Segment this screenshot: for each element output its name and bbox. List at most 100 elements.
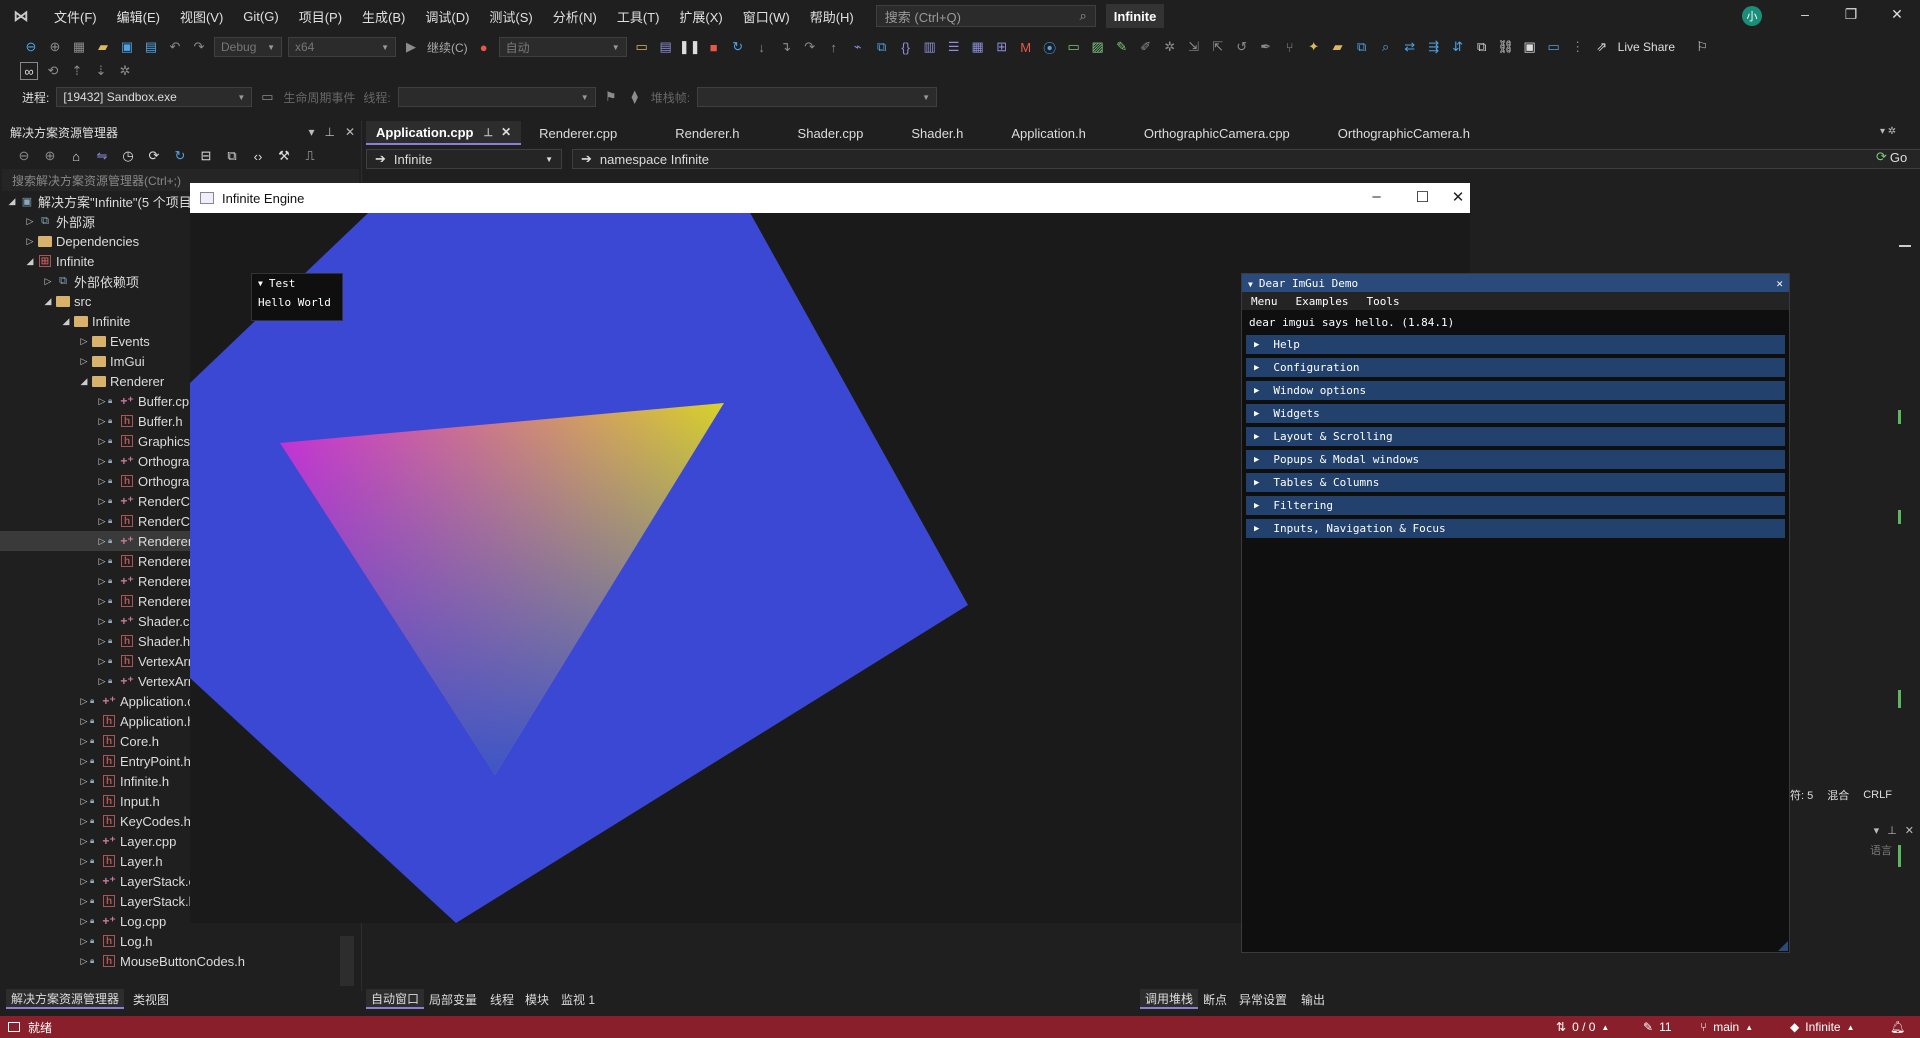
switch-views-icon[interactable]: ⇋ (93, 147, 111, 165)
expanded-triangle-icon[interactable]: ◢ (24, 256, 36, 267)
step-out-icon[interactable]: ↑ (825, 38, 843, 56)
find-icon[interactable]: ⌕ (1377, 38, 1395, 56)
imgui-collapsing-header[interactable]: ▶ Configuration (1246, 358, 1785, 377)
home-icon[interactable]: ⌂ (67, 147, 85, 165)
imgui-menu-tools[interactable]: Tools (1357, 295, 1408, 308)
search-input[interactable]: 搜索 (Ctrl+Q) ⌕ (875, 5, 1096, 27)
arrow-left-right-icon[interactable]: ⇄ (1401, 38, 1419, 56)
brush-icon[interactable]: ✎ (1113, 38, 1131, 56)
back-icon[interactable]: ⊖ (15, 147, 33, 165)
collapsed-triangle-icon[interactable]: ▷ (78, 756, 90, 767)
tab-locals[interactable]: 局部变量 (424, 989, 482, 1009)
edit-icon[interactable]: ✐ (1137, 38, 1155, 56)
pin-icon[interactable]: ⊥ (324, 125, 334, 139)
repo-status[interactable]: ◆ Infinite ▲ (1790, 1020, 1855, 1034)
refresh-icon[interactable]: ↺ (1233, 38, 1251, 56)
collapsed-triangle-icon[interactable]: ▷ (96, 636, 108, 647)
save-all-icon[interactable]: ▤ (142, 38, 160, 56)
imgui-test-titlebar[interactable]: ▼ Test (252, 274, 342, 292)
redo-icon[interactable]: ↷ (190, 38, 208, 56)
exe-icon[interactable]: ▭ (1065, 38, 1083, 56)
stop-icon[interactable]: ■ (705, 38, 723, 56)
tab-overflow-icon[interactable]: ▾ ✲ (1880, 126, 1896, 137)
process-select[interactable]: [19432] Sandbox.exe ▼ (56, 87, 253, 107)
collapsed-triangle-icon[interactable]: ▷ (96, 616, 108, 627)
imgui-collapsing-header[interactable]: ▶ Popups & Modal windows (1246, 450, 1785, 469)
collapsed-triangle-icon[interactable]: ▷ (78, 816, 90, 827)
collapsed-triangle-icon[interactable]: ▷ (78, 336, 90, 347)
pen-icon[interactable]: ✒ (1257, 38, 1275, 56)
column-indicator[interactable]: 符: 5 (1790, 787, 1813, 803)
collapsed-triangle-icon[interactable]: ▷ (96, 556, 108, 567)
menu-project[interactable]: 项目(P) (289, 7, 352, 26)
collapsed-triangle-icon[interactable]: ▷ (96, 436, 108, 447)
import-icon[interactable]: ⇱ (1209, 38, 1227, 56)
collapsed-triangle-icon[interactable]: ▷ (96, 676, 108, 687)
step-into-icon[interactable]: ↓ (753, 38, 771, 56)
close-icon[interactable]: ✕ (345, 125, 355, 139)
expanded-triangle-icon[interactable]: ◢ (78, 376, 90, 387)
tab-call-stack[interactable]: 调用堆栈 (1140, 989, 1199, 1009)
copy-icon[interactable]: ⧉ (1473, 38, 1491, 56)
refresh-icon[interactable]: ↻ (171, 147, 189, 165)
imgui-demo-titlebar[interactable]: ▼ Dear ImGui Demo ✕ (1242, 274, 1789, 292)
auto-select[interactable]: 自动 ▼ (498, 37, 627, 57)
dropdown-icon[interactable]: ▾ (308, 125, 314, 139)
collapsed-triangle-icon[interactable]: ▷ (96, 396, 108, 407)
editor-vertical-scrollbar[interactable] (1898, 190, 1912, 867)
tab-shader-h[interactable]: Shader.h (901, 121, 973, 145)
registers-icon[interactable]: ▦ (969, 38, 987, 56)
collapsed-triangle-icon[interactable]: ▷ (78, 736, 90, 747)
sync-icon[interactable]: ⟳ (145, 147, 163, 165)
live-share-button[interactable]: Live Share (1618, 40, 1675, 54)
close-icon[interactable]: ✕ (1446, 188, 1470, 206)
tab-solution-explorer[interactable]: 解决方案资源管理器 (6, 989, 125, 1009)
imgui-collapsing-header[interactable]: ▶ Tables & Columns (1246, 473, 1785, 492)
imgui-demo-window[interactable]: ▼ Dear ImGui Demo ✕ Menu Examples Tools d… (1241, 273, 1790, 953)
close-icon[interactable]: ✕ (1882, 6, 1912, 23)
collapsed-triangle-icon[interactable]: ▷ (78, 956, 90, 967)
sync-status[interactable]: ⇅ 0 / 0 ▲ (1556, 1020, 1609, 1034)
configuration-select[interactable]: Debug ▼ (214, 37, 282, 57)
collapsed-triangle-icon[interactable]: ▷ (24, 236, 36, 247)
location-icon[interactable]: ⦿ (1041, 38, 1059, 56)
branch-icon[interactable]: ⑂ (1281, 38, 1299, 56)
tab-modules[interactable]: 模块 (520, 989, 554, 1009)
step-over-icon[interactable]: ↴ (777, 38, 795, 56)
pin2-icon[interactable]: ⇣ (92, 62, 110, 80)
notification-icon[interactable]: 🔔︎ (1890, 1020, 1905, 1034)
gear-icon[interactable]: ✲ (1161, 38, 1179, 56)
image-icon[interactable]: ▨ (1089, 38, 1107, 56)
collapse-triangle-icon[interactable]: ▼ (258, 279, 263, 288)
pin-icon[interactable]: ⊥ (484, 126, 494, 139)
line-ending-mixed[interactable]: 混合 (1827, 787, 1849, 803)
collapsed-triangle-icon[interactable]: ▷ (78, 836, 90, 847)
collapsed-triangle-icon[interactable]: ▷ (78, 936, 90, 947)
tree-item[interactable]: ▷ 🔒︎ h Log.h (0, 931, 360, 951)
tab-breakpoints[interactable]: 断点 (1198, 989, 1232, 1009)
arrow-split-icon[interactable]: ⇵ (1449, 38, 1467, 56)
collapsed-triangle-icon[interactable]: ▷ (78, 916, 90, 927)
collapsed-triangle-icon[interactable]: ▷ (96, 456, 108, 467)
undo-icon[interactable]: ↶ (166, 38, 184, 56)
close-icon[interactable]: ✕ (1776, 277, 1783, 290)
collapsed-triangle-icon[interactable]: ▷ (42, 276, 54, 287)
settings-icon[interactable]: ✲ (116, 62, 134, 80)
scroll-thumb[interactable] (1899, 245, 1911, 247)
wrench-icon[interactable]: ⚒ (275, 147, 293, 165)
menu-build[interactable]: 生成(B) (352, 7, 415, 26)
imgui-collapsing-header[interactable]: ▶ Filtering (1246, 496, 1785, 515)
tab-application-cpp[interactable]: Application.cpp ⊥ ✕ (366, 121, 522, 145)
save-icon[interactable]: ▣ (118, 38, 136, 56)
platform-select[interactable]: x64 ▼ (288, 37, 396, 57)
browse-folder-icon[interactable]: ▭ (633, 38, 651, 56)
lifecycle-icon[interactable]: ▭ (258, 88, 276, 106)
collapsed-triangle-icon[interactable]: ▷ (78, 696, 90, 707)
open-file-icon[interactable]: ▰ (94, 38, 112, 56)
tab-renderer-cpp[interactable]: Renderer.cpp (529, 121, 627, 145)
memory-icon[interactable]: ▥ (921, 38, 939, 56)
expanded-triangle-icon[interactable]: ◢ (42, 296, 54, 307)
expanded-triangle-icon[interactable]: ◢ (60, 316, 72, 327)
menu-analyze[interactable]: 分析(N) (543, 7, 607, 26)
menu-view[interactable]: 视图(V) (170, 7, 233, 26)
